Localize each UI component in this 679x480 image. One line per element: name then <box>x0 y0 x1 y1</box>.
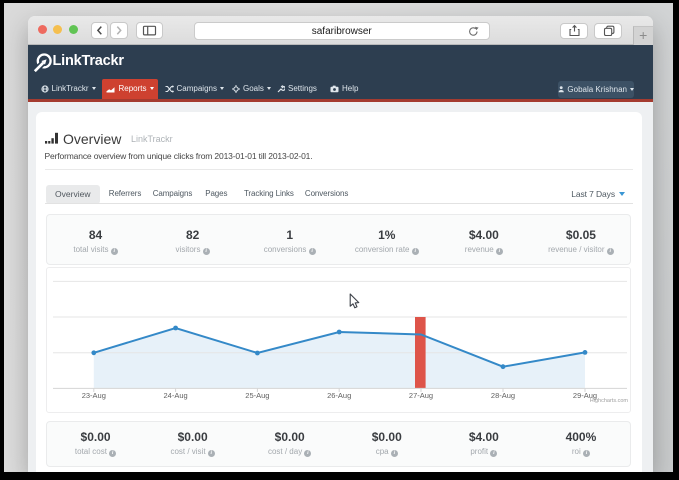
svg-text:25-Aug: 25-Aug <box>245 391 269 400</box>
svg-text:26-Aug: 26-Aug <box>327 391 351 400</box>
svg-text:Highcharts.com: Highcharts.com <box>590 398 629 404</box>
svg-text:24-Aug: 24-Aug <box>164 391 188 400</box>
svg-text:27-Aug: 27-Aug <box>409 391 433 400</box>
svg-text:23-Aug: 23-Aug <box>82 391 106 400</box>
svg-text:28-Aug: 28-Aug <box>491 391 515 400</box>
